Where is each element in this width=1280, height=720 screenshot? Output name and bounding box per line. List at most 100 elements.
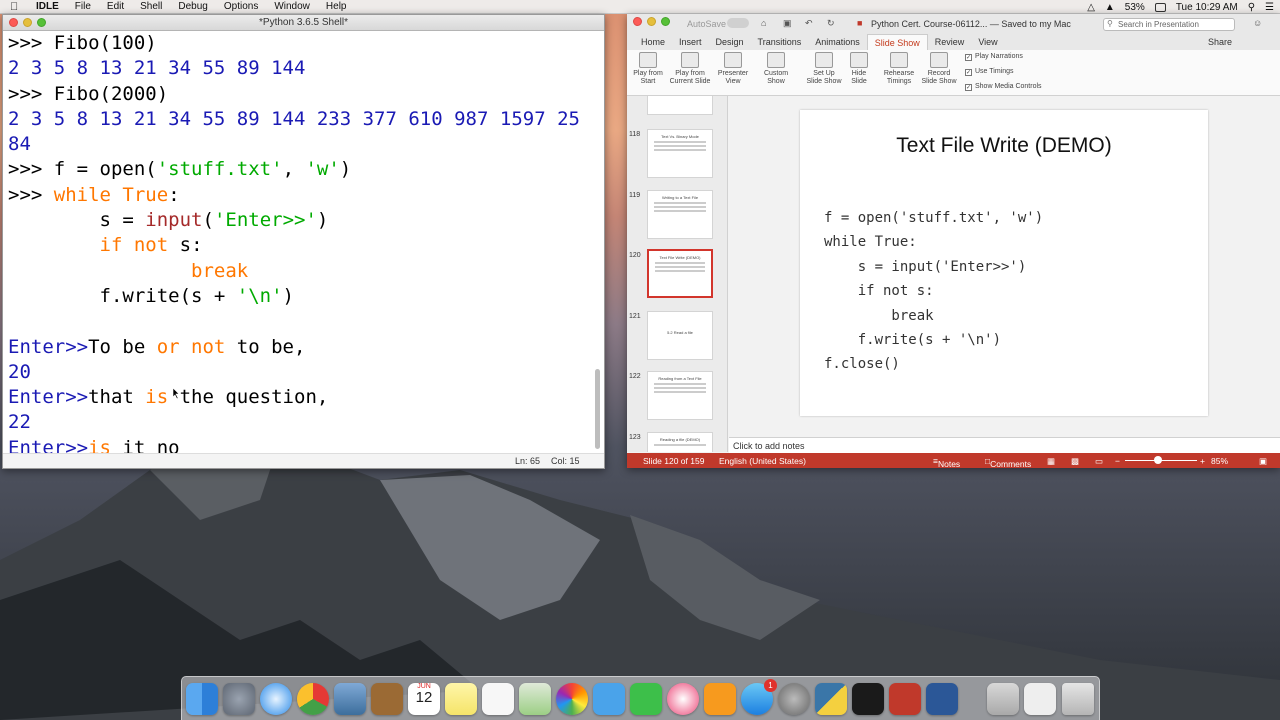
idle-title-bar[interactable]: *Python 3.6.5 Shell* [3,15,604,31]
use-timings-checkbox[interactable]: ✓ Use Timings [965,68,1014,76]
notes-app-icon[interactable] [445,683,477,715]
slide-thumbnail-120[interactable]: Text File Write (DEMO) [647,249,713,298]
tab-insert[interactable]: Insert [672,34,709,50]
app-store-icon[interactable]: 1 [741,679,777,715]
calendar-icon[interactable]: JUN 12 [408,683,440,715]
slide-thumbnail-122[interactable]: Reading from a Text File [647,371,713,420]
normal-view-icon[interactable]: ▦ [1047,456,1055,467]
undo-icon[interactable]: ↶ [805,18,813,29]
slide-title[interactable]: Text File Write (DEMO) [800,134,1208,158]
share-button[interactable]: Share [1208,37,1232,47]
tab-transitions[interactable]: Transitions [751,34,809,50]
slide-editor[interactable]: Text File Write (DEMO) f = open('stuff.t… [729,96,1280,437]
home-icon[interactable]: ⌂ [761,18,766,28]
clock[interactable]: Tue 10:29 AM [1176,2,1238,13]
menu-help[interactable]: Help [326,1,347,12]
battery-percent[interactable]: 53% [1125,2,1145,13]
autosave-label[interactable]: AutoSave [687,19,726,29]
messages-icon[interactable] [593,683,625,715]
facetime-icon[interactable] [630,683,662,715]
record-slide-show-button[interactable]: Record Slide Show [919,52,959,86]
zoom-level[interactable]: 85% [1211,456,1228,466]
hide-slide-button[interactable]: Hide Slide [847,52,871,86]
slide-sorter-icon[interactable]: ▩ [1071,456,1079,467]
language-indicator[interactable]: English (United States) [719,456,806,466]
ppt-close-icon[interactable] [633,17,642,26]
reading-view-icon[interactable]: ▭ [1095,456,1103,467]
shell-scrollbar[interactable] [593,31,602,455]
launchpad-icon[interactable] [223,683,255,715]
tab-design[interactable]: Design [709,34,751,50]
battery-icon[interactable] [1154,2,1166,12]
contacts-icon[interactable] [371,683,403,715]
slide-thumbnail-118[interactable]: Text Vs. Binary Mode [647,129,713,178]
documents-stack-icon[interactable] [1024,683,1056,715]
zoom-slider-knob[interactable] [1154,456,1162,464]
slide-thumbnail-121[interactable]: 5.2 Read a file [647,311,713,360]
ppt-title-bar[interactable]: AutoSave ⌂ ▣ ↶ ↻ ■ Python Cert. Course-0… [627,14,1280,34]
menu-window[interactable]: Window [274,1,310,12]
chrome-icon[interactable] [297,683,329,715]
smiley-feedback-icon[interactable]: ☺ [1253,18,1262,28]
word-icon[interactable] [926,683,958,715]
play-from-start-button[interactable]: Play from Start [631,52,665,86]
shell-scroll-thumb[interactable] [595,369,600,449]
apple-menu-icon[interactable]:  [10,1,24,13]
reminders-icon[interactable] [482,683,514,715]
photos-icon[interactable] [556,683,588,715]
play-from-current-button[interactable]: Play from Current Slide [667,52,713,86]
autosave-toggle[interactable] [727,18,749,28]
tab-review[interactable]: Review [928,34,972,50]
menu-file[interactable]: File [75,1,91,12]
notes-button[interactable]: ≡ Notes [933,456,960,469]
tab-home[interactable]: Home [634,34,672,50]
menu-app-name[interactable]: IDLE [36,1,59,12]
search-presentation-input[interactable]: Search in Presentation [1103,18,1235,31]
safari-icon[interactable] [260,683,292,715]
python-idle-icon[interactable] [815,683,847,715]
airplay-icon[interactable]: △ [1087,2,1095,13]
notification-center-icon[interactable]: ☰ [1265,2,1274,13]
terminal-icon[interactable] [852,683,884,715]
ibooks-icon[interactable] [704,683,736,715]
finder-icon[interactable] [186,683,218,715]
slide-thumbnail-119[interactable]: Writing to a Text File [647,190,713,239]
notes-input[interactable]: Click to add notes [729,437,1280,453]
menu-options[interactable]: Options [224,1,258,12]
maps-icon[interactable] [519,683,551,715]
show-media-controls-checkbox[interactable]: ✓ Show Media Controls [965,83,1042,91]
fit-to-window-icon[interactable]: ▣ [1259,456,1267,467]
play-narrations-checkbox[interactable]: ✓ Play Narrations [965,53,1023,61]
slide-thumbnail-123[interactable]: Reading a file (DEMO) [647,432,713,452]
ppt-zoom-icon[interactable] [661,17,670,26]
itunes-icon[interactable] [667,683,699,715]
menu-shell[interactable]: Shell [140,1,162,12]
save-icon[interactable]: ▣ [783,18,792,29]
custom-show-button[interactable]: Custom Show [759,52,793,86]
slide-code-block[interactable]: f = open('stuff.txt', 'w') while True: s… [824,206,1043,377]
preview-icon[interactable] [334,683,366,715]
current-slide[interactable]: Text File Write (DEMO) f = open('stuff.t… [800,110,1208,416]
slide-thumbnails-pane[interactable]: 118 Text Vs. Binary Mode 119 Writing to … [627,96,728,452]
presenter-view-button[interactable]: Presenter View [715,52,751,86]
tab-slide-show[interactable]: Slide Show [866,34,928,50]
menu-debug[interactable]: Debug [178,1,207,12]
set-up-slide-show-button[interactable]: Set Up Slide Show [803,52,845,86]
zoom-in-icon[interactable]: + [1200,456,1205,466]
tab-animations[interactable]: Animations [808,34,867,50]
powerpoint-icon[interactable] [889,683,921,715]
spotlight-icon[interactable]: ⚲ [1248,2,1255,13]
slide-thumbnail[interactable] [647,96,713,115]
ppt-minimize-icon[interactable] [647,17,656,26]
wifi-icon[interactable]: ▲ [1105,2,1115,13]
comments-button[interactable]: □ Comments [985,456,1031,469]
shell-text-area[interactable]: >>> Fibo(100) 2 3 5 8 13 21 34 55 89 144 >… [3,31,595,455]
tab-view[interactable]: View [971,34,1004,50]
system-preferences-icon[interactable] [778,683,810,715]
trash-icon[interactable] [1062,683,1094,715]
menu-edit[interactable]: Edit [107,1,124,12]
downloads-stack-icon[interactable] [987,683,1019,715]
redo-icon[interactable]: ↻ [827,18,835,29]
zoom-out-icon[interactable]: − [1115,456,1120,466]
rehearse-timings-button[interactable]: Rehearse Timings [881,52,917,86]
